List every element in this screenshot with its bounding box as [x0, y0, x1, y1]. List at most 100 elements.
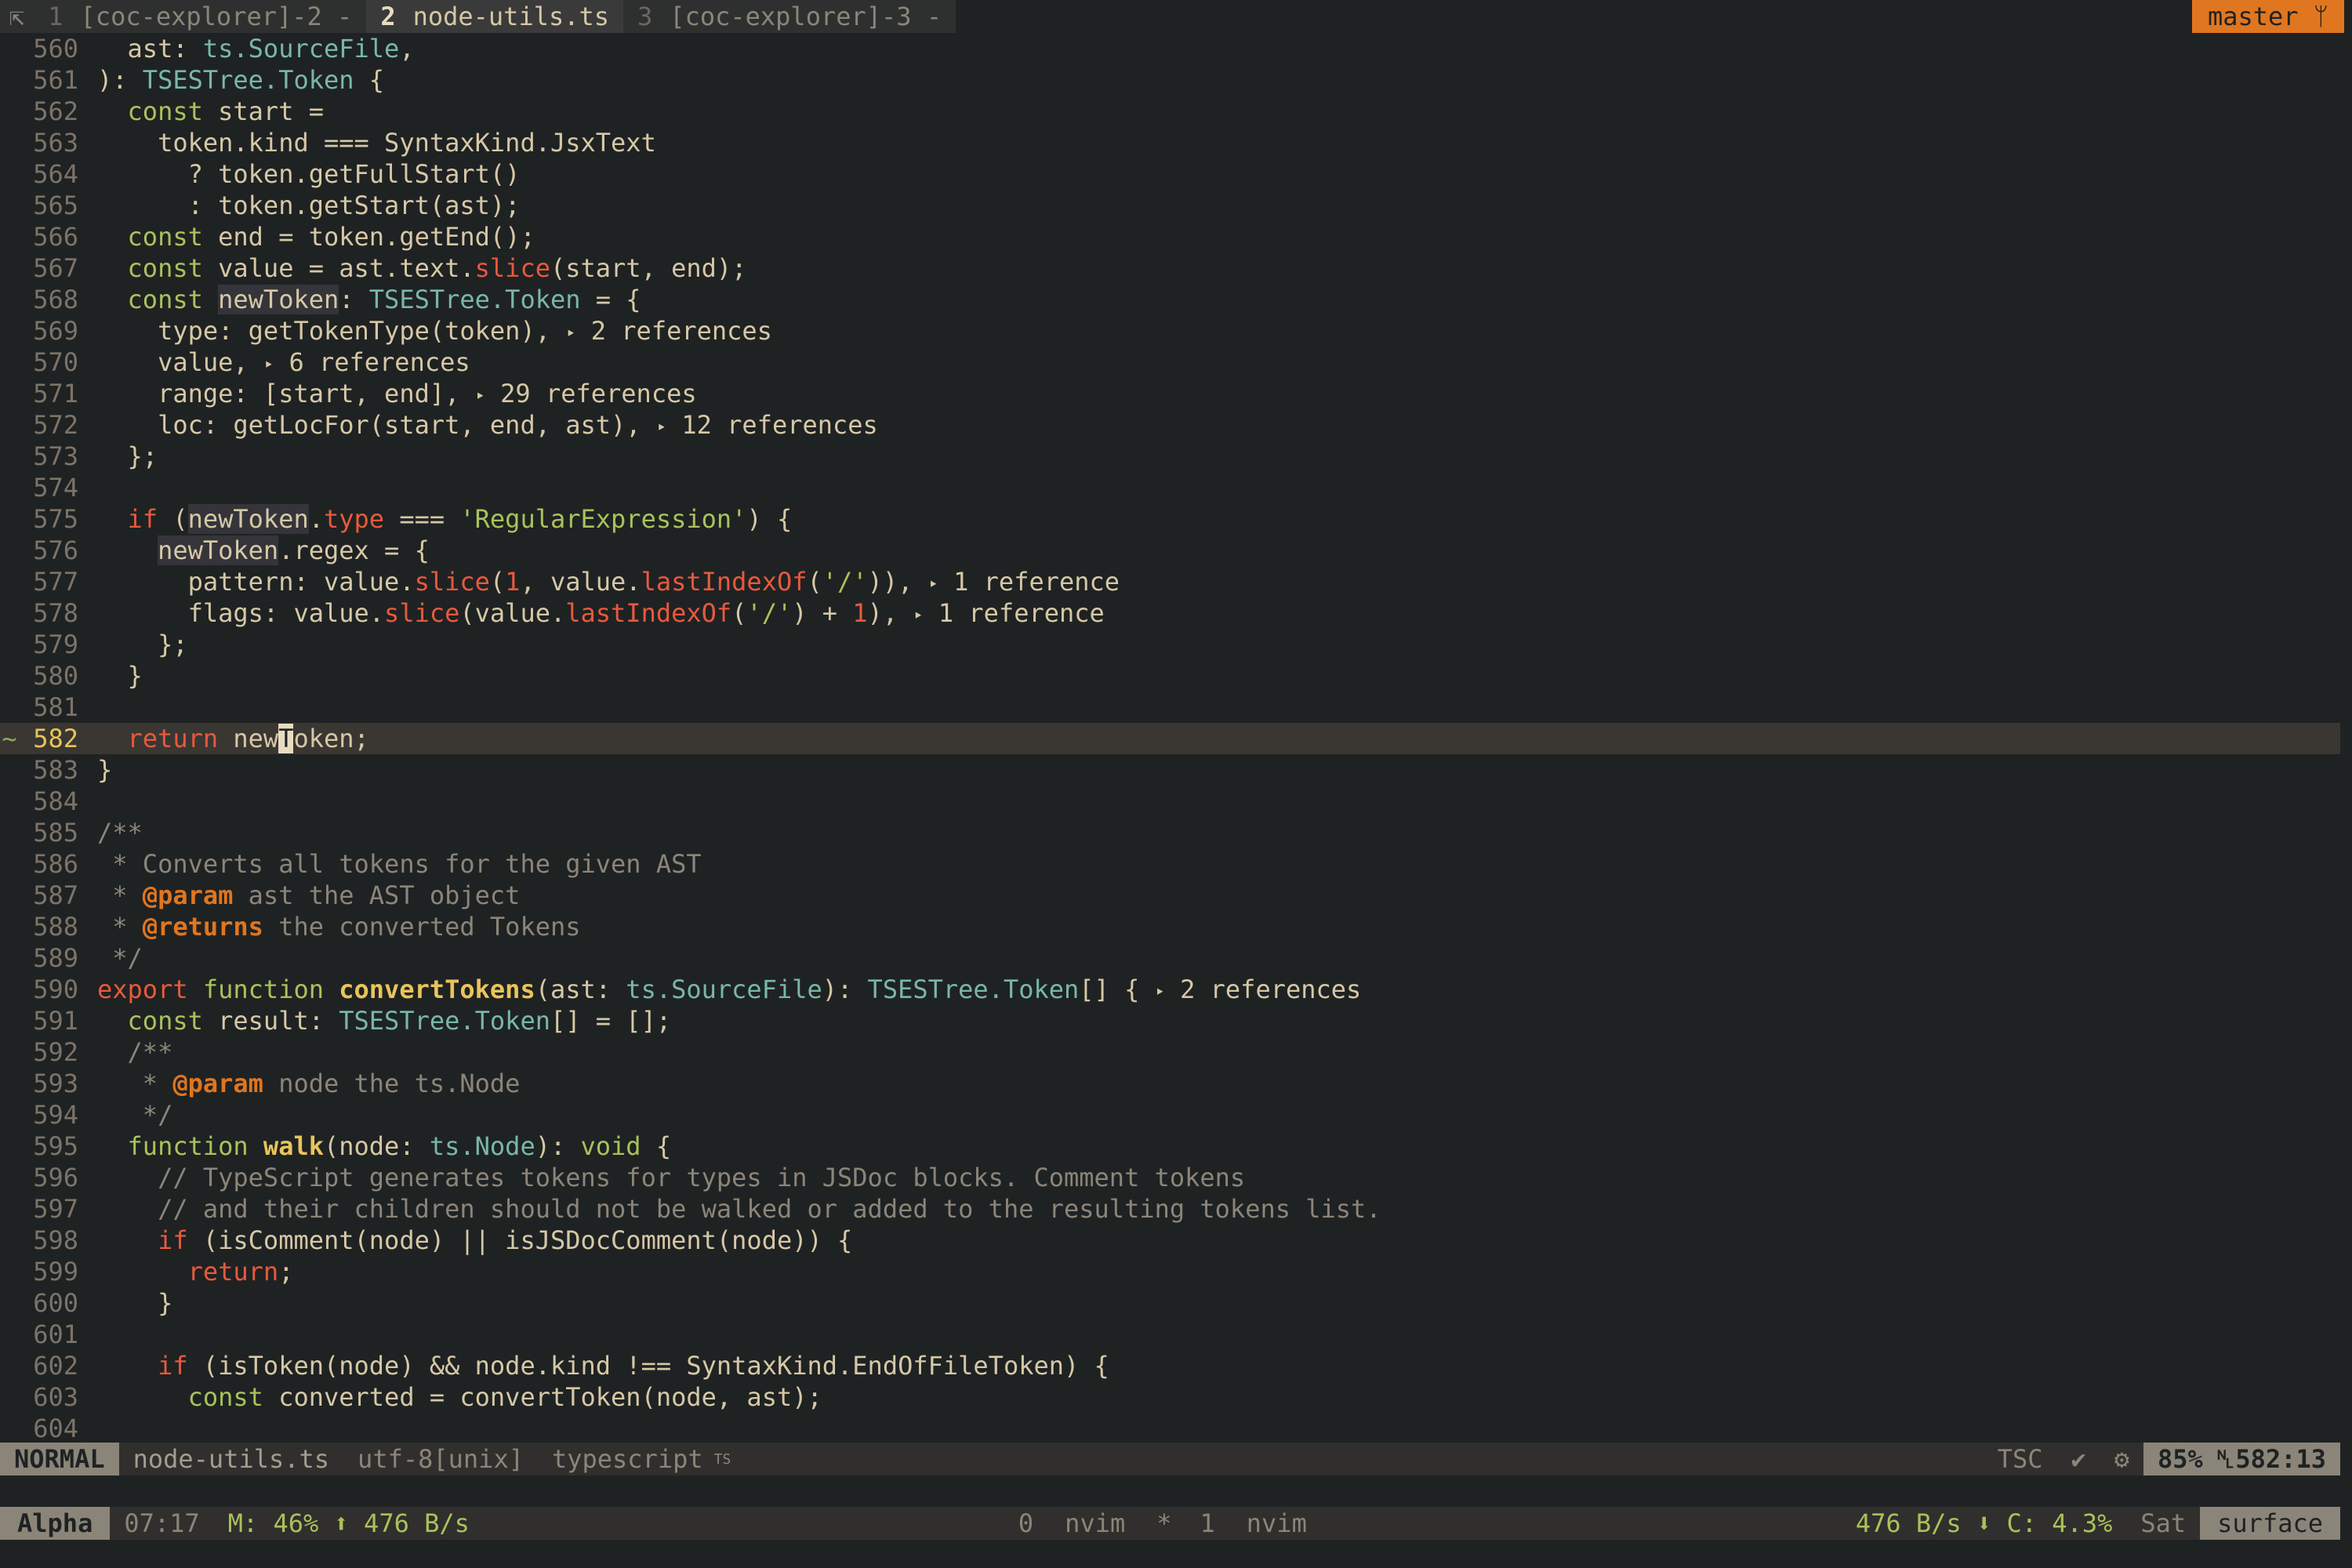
code-line[interactable]: 569 type: getTokenType(token), ‣ 2 refer…: [0, 315, 2340, 347]
code-text: newToken.regex = {: [158, 535, 430, 565]
vim-icon: ⇱: [0, 0, 34, 33]
tmux-window-1[interactable]: 1 nvim: [1186, 1507, 1321, 1540]
code-line[interactable]: 590 export function convertTokens(ast: ts…: [0, 974, 2340, 1005]
code-line[interactable]: 592 /**: [0, 1036, 2340, 1068]
line-number: 563: [33, 128, 78, 158]
line-number: 598: [33, 1225, 78, 1255]
tab-2[interactable]: 2 node-utils.ts: [366, 0, 624, 33]
code-line[interactable]: 596 // TypeScript generates tokens for t…: [0, 1162, 2340, 1193]
tmux-time: 07:17: [124, 1508, 200, 1538]
cursor-position: ␤582:13: [2215, 1443, 2326, 1474]
status-encoding: utf-8[unix]: [358, 1444, 524, 1474]
tab-1[interactable]: 1 [coc-explorer]-2 -: [34, 0, 367, 33]
line-number: 594: [33, 1100, 78, 1130]
code-text: // TypeScript generates tokens for types…: [97, 1163, 1246, 1192]
code-line[interactable]: 595 function walk(node: ts.Node): void {: [0, 1131, 2340, 1162]
code-line[interactable]: 598 if (isComment(node) || isJSDocCommen…: [0, 1225, 2340, 1256]
code-line[interactable]: 562 const start =: [0, 96, 2340, 127]
code-line[interactable]: 588 * @returns the converted Tokens: [0, 911, 2340, 942]
window-index: 0: [1018, 1508, 1034, 1538]
code-line[interactable]: 580 }: [0, 660, 2340, 691]
tabline: ⇱ 1 [coc-explorer]-2 - 2 node-utils.ts 3…: [0, 0, 2352, 33]
code-line[interactable]: 561): TSESTree.Token {: [0, 64, 2340, 96]
code-line[interactable]: 585 /**: [0, 817, 2340, 848]
statusline: NORMAL node-utils.ts utf-8[unix] typescr…: [0, 1443, 2340, 1475]
code-text: const result: TSESTree.Token[] = [];: [127, 1006, 672, 1036]
code-line[interactable]: 583}: [0, 754, 2340, 786]
status-filename: node-utils.ts: [132, 1444, 330, 1474]
code-line[interactable]: 591 const result: TSESTree.Token[] = [];: [0, 1005, 2340, 1036]
code-text: const newToken: TSESTree.Token = {: [127, 285, 641, 314]
code-line[interactable]: 597 // and their children should not be …: [0, 1193, 2340, 1225]
code-line[interactable]: 573 };: [0, 441, 2340, 472]
code-line[interactable]: 564 ? token.getFullStart(): [0, 158, 2340, 190]
line-number: 561: [33, 65, 78, 95]
code-text: };: [97, 441, 158, 471]
line-number: 603: [33, 1382, 78, 1412]
code-line[interactable]: 603 const converted = convertToken(node,…: [0, 1381, 2340, 1413]
code-text: const converted = convertToken(node, ast…: [187, 1382, 822, 1412]
code-line[interactable]: 576 newToken.regex = {: [0, 535, 2340, 566]
code-line[interactable]: 602 if (isToken(node) && node.kind !== S…: [0, 1350, 2340, 1381]
code-text: * @param ast the AST object: [97, 880, 521, 910]
tmux-statusbar: Alpha 07:17 M: 46% ⬆ 476 B/s 0 nvim * 1 …: [0, 1507, 2340, 1540]
code-line[interactable]: ~582 return newToken;: [0, 723, 2340, 754]
code-line[interactable]: 594 */: [0, 1099, 2340, 1131]
code-line[interactable]: 560 ast: ts.SourceFile,: [0, 33, 2340, 64]
code-line[interactable]: 589 */: [0, 942, 2340, 974]
code-text: */: [97, 943, 143, 973]
code-line[interactable]: 579 };: [0, 629, 2340, 660]
check-icon: ✔: [2071, 1444, 2086, 1474]
code-line[interactable]: 584: [0, 786, 2340, 817]
code-line[interactable]: 565 : token.getStart(ast);: [0, 190, 2340, 221]
window-flag: *: [1156, 1508, 1172, 1538]
tmux-session[interactable]: Alpha: [0, 1507, 111, 1540]
code-text: pattern: value.slice(1, value.lastIndexO…: [97, 567, 1120, 597]
code-line[interactable]: 563 token.kind === SyntaxKind.JsxText: [0, 127, 2340, 158]
line-number: 572: [33, 410, 78, 440]
code-line[interactable]: 566 const end = token.getEnd();: [0, 221, 2340, 252]
code-line[interactable]: 587 * @param ast the AST object: [0, 880, 2340, 911]
line-number: 596: [33, 1163, 78, 1192]
code-line[interactable]: 575 if (newToken.type === 'RegularExpres…: [0, 503, 2340, 535]
line-number: 589: [33, 943, 78, 973]
code-line[interactable]: 570 value, ‣ 6 references: [0, 347, 2340, 378]
line-number: 586: [33, 849, 78, 879]
code-text: }: [97, 1288, 173, 1318]
tmux-window-0[interactable]: 0 nvim *: [1004, 1507, 1186, 1540]
code-line[interactable]: 581: [0, 691, 2340, 723]
line-number: 585: [33, 818, 78, 848]
code-line[interactable]: 568 const newToken: TSESTree.Token = {: [0, 284, 2340, 315]
code-line[interactable]: 578 flags: value.slice(value.lastIndexOf…: [0, 597, 2340, 629]
line-number: 587: [33, 880, 78, 910]
tmux-memory: M: 46% ⬆ 476 B/s: [227, 1508, 470, 1538]
code-line[interactable]: 604: [0, 1413, 2340, 1444]
code-line[interactable]: 601: [0, 1319, 2340, 1350]
code-text: function walk(node: ts.Node): void {: [127, 1131, 672, 1161]
code-line[interactable]: 567 const value = ast.text.slice(start, …: [0, 252, 2340, 284]
code-line[interactable]: 572 loc: getLocFor(start, end, ast), ‣ 1…: [0, 409, 2340, 441]
tab-3[interactable]: 3 [coc-explorer]-3 -: [623, 0, 956, 33]
line-number: 567: [33, 253, 78, 283]
tab-number: 2: [380, 2, 396, 31]
status-position: 85% ␤582:13: [2143, 1443, 2340, 1475]
code-line[interactable]: 586 * Converts all tokens for the given …: [0, 848, 2340, 880]
editor-buffer[interactable]: 560 ast: ts.SourceFile, 561): TSESTree.To…: [0, 33, 2340, 1443]
line-number: 566: [33, 222, 78, 252]
code-line[interactable]: 571 range: [start, end], ‣ 29 references: [0, 378, 2340, 409]
code-line[interactable]: 600 }: [0, 1287, 2340, 1319]
code-line[interactable]: 599 return;: [0, 1256, 2340, 1287]
line-number: 570: [33, 347, 78, 377]
code-line[interactable]: 593 * @param node the ts.Node: [0, 1068, 2340, 1099]
scrollbar[interactable]: [2340, 33, 2352, 1443]
code-text: if (isComment(node) || isJSDocComment(no…: [158, 1225, 853, 1255]
code-text: /**: [97, 818, 143, 848]
line-number: 600: [33, 1288, 78, 1318]
code-text: loc: getLocFor(start, end, ast), ‣ 12 re…: [97, 410, 878, 440]
code-text: : token.getStart(ast);: [97, 191, 521, 220]
code-text: /**: [97, 1037, 173, 1067]
filetype-icon: TS: [713, 1450, 731, 1468]
code-line[interactable]: 574: [0, 472, 2340, 503]
code-line[interactable]: 577 pattern: value.slice(1, value.lastIn…: [0, 566, 2340, 597]
line-number: 575: [33, 504, 78, 534]
